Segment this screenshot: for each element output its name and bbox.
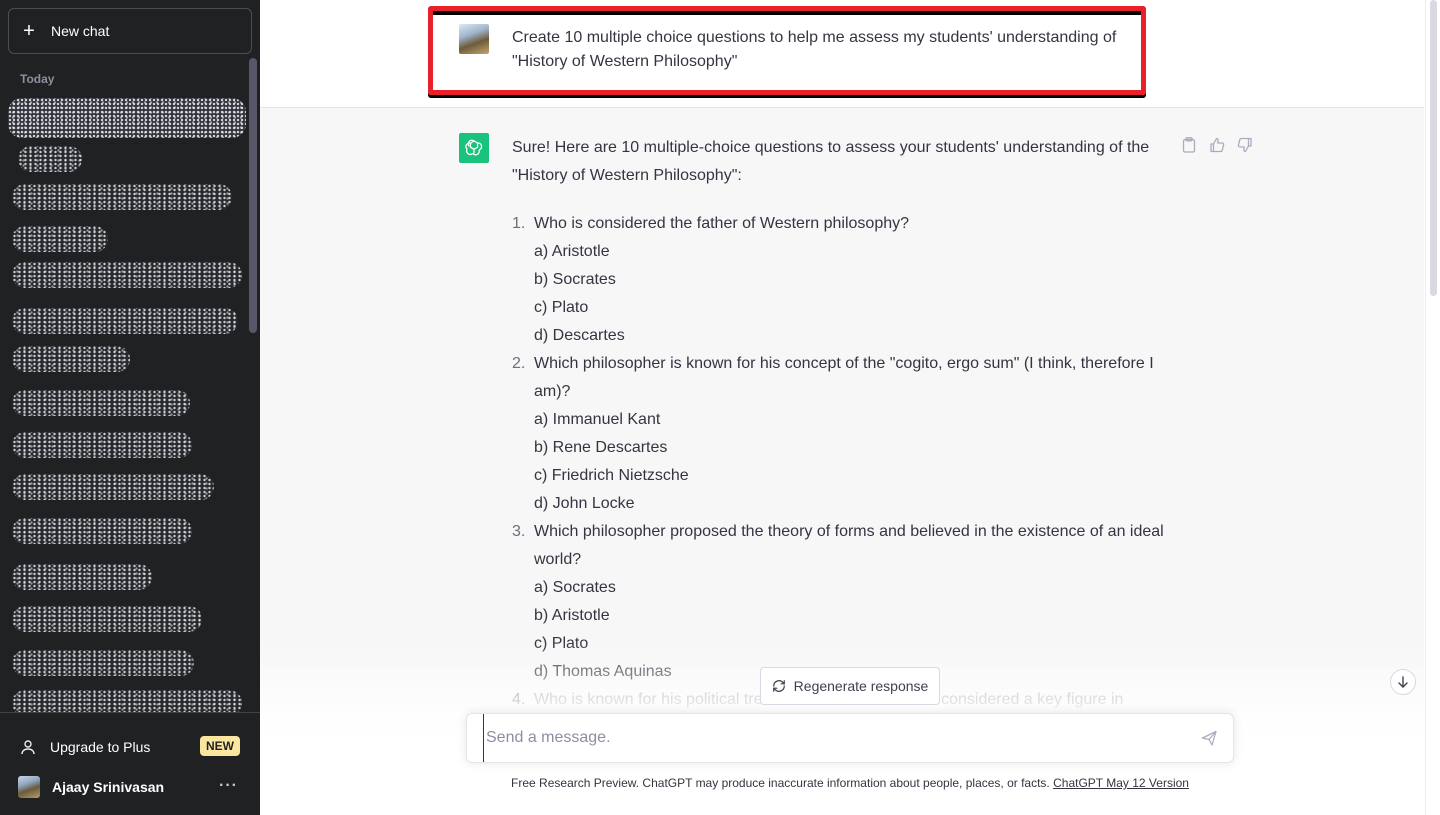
send-icon[interactable] [1201, 730, 1219, 748]
regenerate-response-button[interactable]: Regenerate response [760, 667, 940, 705]
history-item[interactable] [12, 518, 192, 544]
upgrade-label: Upgrade to Plus [50, 739, 151, 755]
message-actions [1180, 136, 1254, 154]
sidebar: + New chat Today Upgrade to Plus NEW Aja… [0, 0, 260, 815]
history-item-active[interactable] [8, 98, 246, 138]
history-item[interactable] [12, 262, 242, 288]
answer-option: b) Socrates [534, 271, 616, 288]
assistant-intro: Sure! Here are 10 multiple-choice questi… [512, 139, 1150, 184]
question-text: Who is considered the father of Western … [534, 215, 910, 232]
refresh-icon [772, 680, 785, 692]
question-body: Which philosopher proposed the theory of… [534, 518, 1172, 686]
history-item[interactable] [12, 346, 130, 372]
question-text: Which philosopher is known for his conce… [534, 355, 1154, 400]
user-icon [21, 740, 35, 755]
more-options-icon[interactable]: ··· [219, 777, 238, 795]
question-text: Which philosopher proposed the theory of… [534, 523, 1164, 568]
upgrade-to-plus-button[interactable]: Upgrade to Plus NEW [8, 729, 252, 765]
sidebar-footer: Upgrade to Plus NEW Ajaay Srinivasan ··· [0, 712, 260, 815]
chat-history-list [0, 92, 248, 712]
clipboard-icon[interactable] [1180, 136, 1198, 154]
answer-option: a) Aristotle [534, 243, 610, 260]
arrow-down-icon [1398, 676, 1408, 688]
question-number: 4. [512, 691, 526, 708]
answer-option: b) Rene Descartes [534, 439, 668, 456]
plus-icon: + [23, 20, 35, 42]
avatar [18, 776, 40, 798]
answer-option: d) Descartes [534, 327, 625, 344]
thumbs-up-icon[interactable] [1208, 136, 1226, 154]
question-number: 1. [512, 215, 526, 232]
question-list: 1. Who is considered the father of Wester… [512, 210, 1172, 714]
question-body: Who is considered the father of Western … [534, 210, 1172, 350]
history-item[interactable] [12, 226, 108, 252]
question-item: 3. Which philosopher proposed the theory … [512, 518, 1172, 686]
history-item[interactable] [18, 146, 82, 172]
answer-option: c) Friedrich Nietzsche [534, 467, 689, 484]
assistant-message-content: Sure! Here are 10 multiple-choice questi… [512, 134, 1172, 714]
new-chat-button[interactable]: + New chat [8, 8, 252, 54]
answer-option: a) Immanuel Kant [534, 411, 661, 428]
answer-option: a) Socrates [534, 579, 616, 596]
thumbs-down-icon[interactable] [1236, 136, 1254, 154]
question-number: 3. [512, 523, 526, 540]
user-name: Ajaay Srinivasan [52, 779, 165, 795]
user-message-row: Create 10 multiple choice questions to h… [260, 0, 1424, 108]
chat-main: Create 10 multiple choice questions to h… [260, 0, 1440, 815]
disclaimer-footer: Free Research Preview. ChatGPT may produ… [260, 776, 1440, 790]
answer-option: d) John Locke [534, 495, 635, 512]
answer-option: c) Plato [534, 299, 589, 316]
message-input[interactable] [483, 714, 1183, 762]
new-badge: NEW [200, 736, 240, 756]
history-item[interactable] [12, 184, 232, 210]
history-section-today: Today [20, 72, 55, 86]
history-item[interactable] [12, 308, 238, 334]
main-scrollbar[interactable] [1425, 0, 1440, 815]
history-item[interactable] [12, 690, 242, 712]
question-number: 2. [512, 355, 526, 372]
message-composer [466, 713, 1234, 763]
question-item: 1. Who is considered the father of Wester… [512, 210, 1172, 350]
answer-option: c) Plato [534, 635, 589, 652]
sidebar-scrollbar[interactable] [249, 58, 257, 333]
openai-logo-icon [459, 133, 489, 163]
history-item[interactable] [12, 606, 202, 632]
regenerate-label: Regenerate response [793, 678, 929, 694]
disclaimer-text: Free Research Preview. ChatGPT may produ… [511, 776, 1054, 790]
history-item[interactable] [12, 390, 190, 416]
scrollbar-thumb[interactable] [1430, 0, 1437, 296]
user-account-button[interactable]: Ajaay Srinivasan ··· [8, 769, 252, 805]
scroll-to-bottom-button[interactable] [1390, 669, 1416, 695]
history-item[interactable] [12, 564, 152, 590]
question-body: Which philosopher is known for his conce… [534, 350, 1172, 518]
answer-option: b) Aristotle [534, 607, 610, 624]
version-link[interactable]: ChatGPT May 12 Version [1053, 776, 1189, 790]
assistant-message-row: Sure! Here are 10 multiple-choice questi… [260, 108, 1424, 815]
new-chat-label: New chat [51, 23, 110, 39]
question-item: 2. Which philosopher is known for his con… [512, 350, 1172, 518]
red-highlight-box [428, 6, 1146, 95]
history-item[interactable] [12, 474, 214, 500]
history-item[interactable] [12, 650, 194, 676]
history-item[interactable] [12, 432, 192, 458]
